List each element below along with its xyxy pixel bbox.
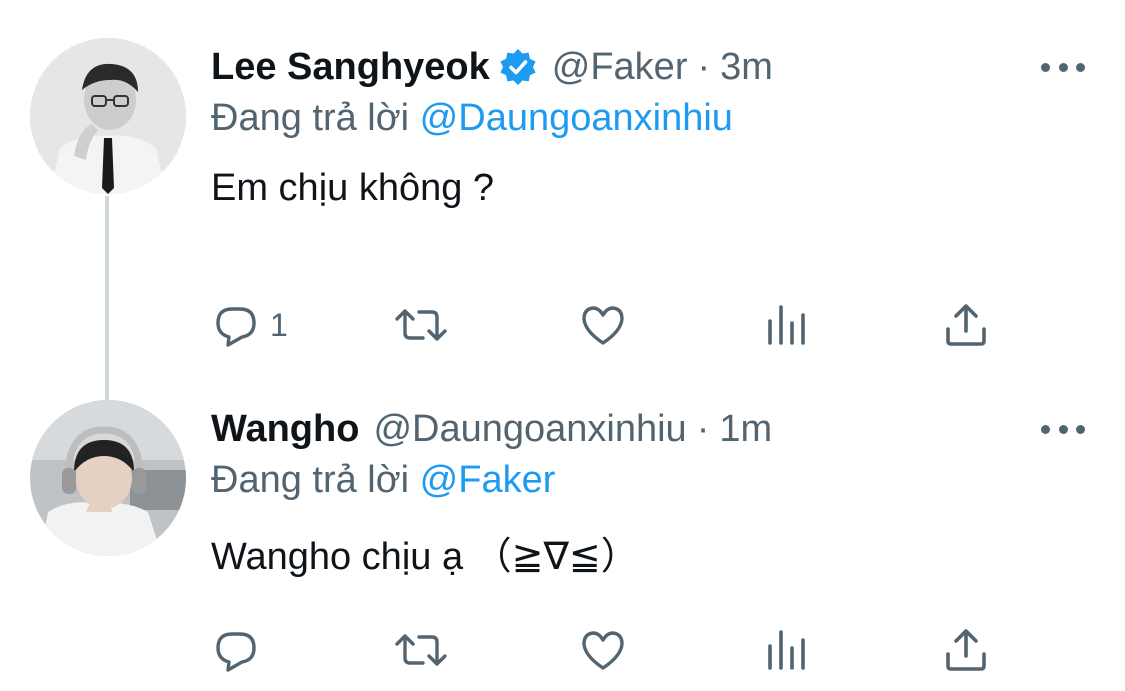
- display-name[interactable]: Lee Sanghyeok: [211, 45, 490, 89]
- separator-dot: ·: [696, 408, 710, 450]
- share-icon: [946, 629, 986, 671]
- like-button[interactable]: [579, 300, 627, 350]
- share-button[interactable]: [942, 625, 990, 675]
- tweet-action-bar: 1: [0, 300, 1125, 350]
- username-handle[interactable]: @Daungoanxinhiu: [373, 407, 686, 451]
- verified-badge-icon: [498, 47, 538, 87]
- retweet-button[interactable]: [393, 300, 449, 350]
- person-with-headset-avatar-icon: [30, 400, 186, 556]
- more-options-icon[interactable]: [1041, 57, 1085, 77]
- replying-to-label: Đang trả lời: [211, 459, 410, 501]
- tweet-action-bar: [0, 625, 1125, 675]
- person-in-suit-avatar-icon: [30, 38, 186, 194]
- views-icon: [768, 630, 805, 670]
- timestamp[interactable]: 3m: [720, 45, 773, 89]
- views-icon: [768, 305, 805, 345]
- like-icon: [582, 306, 624, 345]
- retweet-button[interactable]: [393, 625, 449, 675]
- timestamp[interactable]: 1m: [719, 407, 772, 451]
- reply-mention-link[interactable]: @Faker: [420, 459, 556, 501]
- retweet-icon: [395, 309, 447, 341]
- like-button[interactable]: [579, 625, 627, 675]
- tweet-text: Wangho chịu ạ （≧∇≦）: [211, 536, 639, 578]
- reply-count: 1: [270, 306, 288, 343]
- replying-to-label: Đang trả lời: [211, 97, 410, 139]
- share-button[interactable]: [942, 300, 990, 350]
- reply-icon: [216, 632, 256, 672]
- like-icon: [582, 631, 624, 670]
- tweet-1[interactable]: Lee Sanghyeok @Faker · 3m Đang trả lời @…: [0, 0, 1125, 380]
- display-name[interactable]: Wangho: [211, 407, 359, 451]
- replying-to-line: Đang trả lời @Daungoanxinhiu: [211, 96, 733, 140]
- views-button[interactable]: [762, 625, 810, 675]
- tweet-2[interactable]: Wangho @Daungoanxinhiu · 1m Đang trả lời…: [0, 380, 1125, 691]
- retweet-icon: [395, 634, 447, 666]
- replying-to-line: Đang trả lời @Faker: [211, 458, 555, 502]
- reply-button[interactable]: 1: [212, 300, 288, 350]
- avatar[interactable]: [30, 400, 186, 556]
- tweet-header: Wangho @Daungoanxinhiu · 1m: [211, 407, 772, 451]
- avatar[interactable]: [30, 38, 186, 194]
- reply-button[interactable]: [212, 625, 270, 675]
- reply-mention-link[interactable]: @Daungoanxinhiu: [420, 97, 733, 139]
- share-icon: [946, 304, 986, 346]
- reply-icon: [216, 307, 256, 347]
- tweet-header: Lee Sanghyeok @Faker · 3m: [211, 45, 773, 89]
- separator-dot: ·: [697, 46, 711, 88]
- tweet-text: Em chịu không ?: [211, 167, 495, 209]
- more-options-icon[interactable]: [1041, 419, 1085, 439]
- views-button[interactable]: [762, 300, 810, 350]
- username-handle[interactable]: @Faker: [552, 45, 688, 89]
